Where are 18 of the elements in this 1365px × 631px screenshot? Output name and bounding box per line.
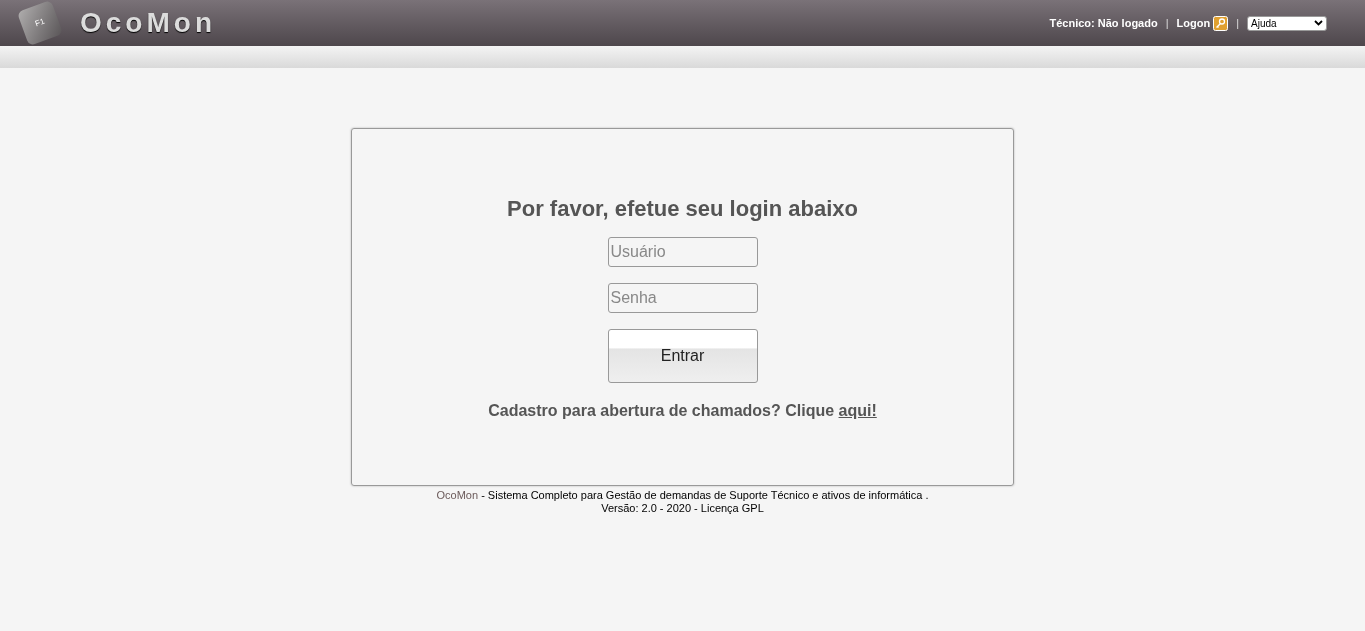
password-field[interactable]: Senha (607, 283, 758, 313)
logo-text: OcoMon (80, 6, 216, 40)
logon-link[interactable]: Logon (1176, 14, 1211, 32)
brand-link[interactable]: OcoMon (436, 489, 479, 501)
chevron-down-icon (1314, 20, 1323, 26)
login-title: Por favor, efetue seu login abaixo (507, 195, 858, 223)
footer-description: OcoMon - Sistema Completo para Gestão de demandas de Suporte Técnico e ativos de informática . (436, 489, 929, 502)
signup-text: Cadastro para abertura de chamados? Clique aqui! (488, 401, 877, 421)
username-field[interactable]: Usuário (607, 237, 758, 267)
footer-version: Versão: 2.0 - 2020 - Licença GPL (600, 502, 765, 515)
help-select[interactable]: Ajuda (1247, 15, 1327, 31)
key-icon (1213, 15, 1229, 31)
separator: | (1235, 15, 1240, 31)
user-status: Técnico: Não logado (1049, 15, 1158, 31)
separator: | (1164, 15, 1170, 31)
keyboard-key-icon: F1 (16, 0, 64, 47)
login-button[interactable]: Entrar (607, 329, 758, 383)
signup-link[interactable]: aqui! (838, 402, 877, 419)
